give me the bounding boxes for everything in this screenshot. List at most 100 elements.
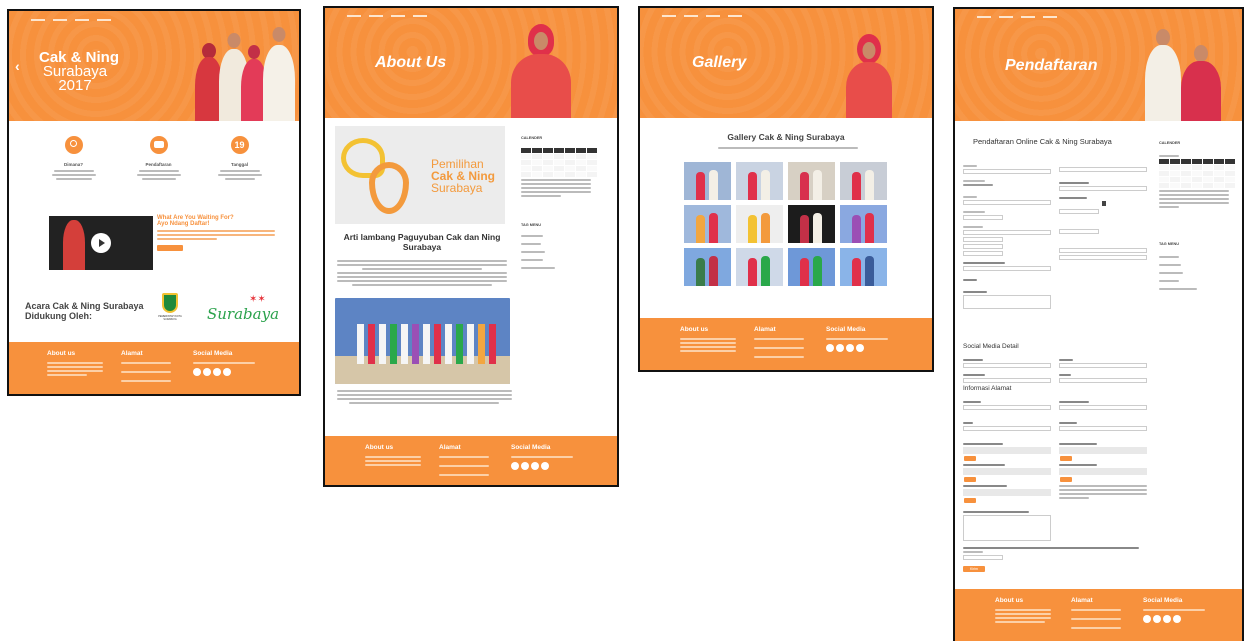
form-input[interactable]: [963, 555, 1003, 560]
calendar-day[interactable]: [554, 172, 564, 177]
calendar-day[interactable]: [576, 166, 586, 171]
nav-item[interactable]: [662, 15, 676, 17]
calendar-day[interactable]: [1170, 171, 1180, 176]
gallery-thumbnail[interactable]: [684, 205, 731, 243]
twitter-icon[interactable]: [203, 368, 211, 376]
instagram-icon[interactable]: [846, 344, 854, 352]
submit-button[interactable]: Kirim: [963, 566, 985, 572]
calendar-day[interactable]: [1181, 183, 1191, 188]
nav-item[interactable]: [684, 15, 698, 17]
calendar-day[interactable]: [543, 172, 553, 177]
form-input[interactable]: [963, 237, 1003, 242]
form-input[interactable]: [963, 266, 1051, 271]
nav-item[interactable]: [1043, 16, 1057, 18]
calendar-day[interactable]: [1225, 183, 1235, 188]
calendar-day[interactable]: [1214, 165, 1224, 170]
form-input[interactable]: [963, 378, 1051, 383]
calendar-day[interactable]: [587, 160, 597, 165]
form-input[interactable]: [963, 230, 1051, 235]
gallery-thumbnail[interactable]: [684, 248, 731, 286]
form-input[interactable]: [963, 215, 1003, 220]
form-textarea[interactable]: [963, 295, 1051, 309]
calendar-day[interactable]: [532, 154, 542, 159]
nav-item[interactable]: [31, 19, 45, 21]
gallery-thumbnail[interactable]: [736, 205, 783, 243]
youtube-icon[interactable]: [1173, 615, 1181, 623]
facebook-icon[interactable]: [826, 344, 834, 352]
calendar-day[interactable]: [532, 172, 542, 177]
form-input[interactable]: [963, 244, 1003, 249]
calendar-day[interactable]: [576, 172, 586, 177]
nav-item[interactable]: [728, 15, 742, 17]
calendar-day[interactable]: [554, 160, 564, 165]
form-input[interactable]: [1059, 186, 1147, 191]
tag-link[interactable]: [1159, 280, 1179, 282]
calendar-day[interactable]: [1181, 165, 1191, 170]
nav-item[interactable]: [977, 16, 991, 18]
form-input[interactable]: [1059, 229, 1099, 234]
upload-button[interactable]: [1060, 456, 1072, 461]
calendar-day[interactable]: [1203, 177, 1213, 182]
calendar-day[interactable]: [521, 172, 531, 177]
video-thumbnail[interactable]: [49, 216, 153, 270]
form-textarea[interactable]: [963, 515, 1051, 541]
twitter-icon[interactable]: [836, 344, 844, 352]
calendar-day[interactable]: [554, 166, 564, 171]
instagram-icon[interactable]: [213, 368, 221, 376]
calendar-day[interactable]: [1181, 177, 1191, 182]
calendar-day[interactable]: [565, 154, 575, 159]
youtube-icon[interactable]: [541, 462, 549, 470]
calendar-day[interactable]: [565, 160, 575, 165]
twitter-icon[interactable]: [1153, 615, 1161, 623]
gallery-thumbnail[interactable]: [840, 205, 887, 243]
calendar-day[interactable]: [543, 160, 553, 165]
calendar-day[interactable]: [1225, 165, 1235, 170]
form-input[interactable]: [963, 363, 1051, 368]
upload-button[interactable]: [964, 498, 976, 503]
gallery-thumbnail[interactable]: [788, 205, 835, 243]
form-input[interactable]: [1059, 167, 1147, 172]
instagram-icon[interactable]: [1163, 615, 1171, 623]
calendar-widget[interactable]: [1159, 159, 1239, 188]
play-icon[interactable]: [91, 233, 111, 253]
nav-item[interactable]: [391, 15, 405, 17]
calendar-day[interactable]: [521, 166, 531, 171]
calendar-day[interactable]: [1170, 183, 1180, 188]
gallery-thumbnail[interactable]: [788, 248, 835, 286]
date-input[interactable]: [1059, 209, 1099, 214]
calendar-day[interactable]: [543, 166, 553, 171]
calendar-day[interactable]: [1203, 171, 1213, 176]
nav-item[interactable]: [53, 19, 67, 21]
calendar-day[interactable]: [1203, 165, 1213, 170]
calendar-day[interactable]: [565, 166, 575, 171]
cta-button[interactable]: [157, 245, 183, 251]
tag-link[interactable]: [521, 235, 543, 237]
calendar-icon[interactable]: [1102, 201, 1106, 206]
calendar-day[interactable]: [1192, 177, 1202, 182]
nav-item[interactable]: [75, 19, 89, 21]
nav-item[interactable]: [1021, 16, 1035, 18]
form-input[interactable]: [1059, 378, 1147, 383]
nav-item[interactable]: [347, 15, 361, 17]
calendar-day[interactable]: [521, 154, 531, 159]
calendar-widget[interactable]: [521, 148, 605, 177]
calendar-day[interactable]: [532, 160, 542, 165]
calendar-day[interactable]: [1214, 177, 1224, 182]
form-input[interactable]: [1059, 248, 1147, 253]
nav-item[interactable]: [97, 19, 111, 21]
carousel-prev-icon[interactable]: ‹: [15, 58, 20, 74]
calendar-day[interactable]: [1181, 171, 1191, 176]
calendar-day[interactable]: [576, 160, 586, 165]
calendar-day[interactable]: [1159, 177, 1169, 182]
form-input[interactable]: [963, 251, 1003, 256]
instagram-icon[interactable]: [531, 462, 539, 470]
calendar-day[interactable]: [1214, 171, 1224, 176]
nav-item[interactable]: [706, 15, 720, 17]
tag-link[interactable]: [521, 259, 543, 261]
calendar-day[interactable]: [543, 154, 553, 159]
nav-item[interactable]: [999, 16, 1013, 18]
calendar-day[interactable]: [576, 154, 586, 159]
calendar-day[interactable]: [1159, 165, 1169, 170]
tag-link[interactable]: [1159, 264, 1181, 266]
calendar-day[interactable]: [587, 172, 597, 177]
